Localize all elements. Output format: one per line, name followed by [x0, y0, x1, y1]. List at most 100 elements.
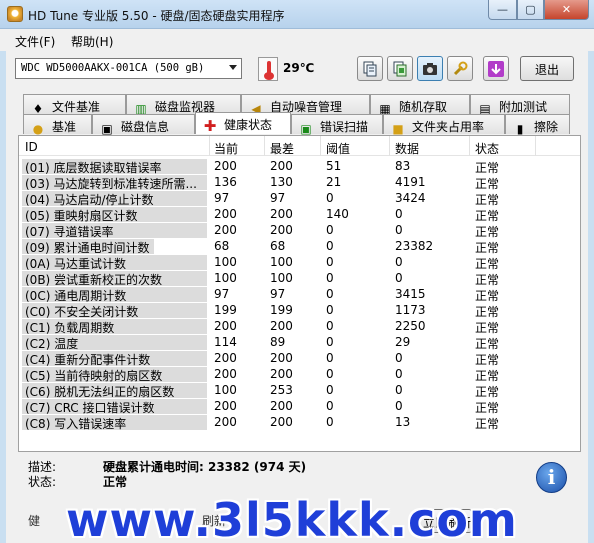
cell-id: (0B) 尝试重新校正的次数 — [22, 271, 207, 286]
save-button[interactable] — [483, 56, 509, 81]
table-row[interactable]: (03) 马达旋转到标准转速所需... 136 130 21 4191 正常 — [19, 174, 580, 191]
cell-current: 200 — [214, 207, 237, 221]
cell-threshold: 21 — [326, 175, 342, 189]
bulb-icon: ● — [32, 122, 44, 136]
cell-data: 29 — [395, 335, 411, 349]
table-row[interactable]: (C5) 当前待映射的扇区数 200 200 0 0 正常 — [19, 366, 580, 383]
cell-threshold: 0 — [326, 367, 334, 381]
col-data[interactable]: 数据 — [395, 140, 419, 157]
table-row[interactable]: (09) 累计通电时间计数 68 68 0 23382 正常 — [19, 238, 580, 255]
cell-current: 200 — [214, 319, 237, 333]
cell-id: (C2) 温度 — [22, 335, 207, 350]
table-row[interactable]: (C2) 温度 114 89 0 29 正常 — [19, 334, 580, 351]
hdtune-app-icon — [7, 6, 23, 22]
tab-aam[interactable]: ◀ 自动噪音管理 — [241, 94, 370, 116]
cell-data: 0 — [395, 207, 403, 221]
tools-icon — [453, 61, 468, 75]
cell-threshold: 0 — [326, 303, 334, 317]
table-row[interactable]: (C1) 负载周期数 200 200 0 2250 正常 — [19, 318, 580, 335]
col-worst[interactable]: 最差 — [270, 140, 294, 157]
screenshot-button[interactable] — [417, 56, 443, 81]
table-row[interactable]: (07) 寻道错误率 200 200 0 0 正常 — [19, 222, 580, 239]
cell-id: (04) 马达启动/停止计数 — [22, 191, 207, 206]
table-row[interactable]: (C0) 不安全关闭计数 199 199 0 1173 正常 — [19, 302, 580, 319]
table-row[interactable]: (0C) 通电周期计数 97 97 0 3415 正常 — [19, 286, 580, 303]
table-row[interactable]: (01) 底层数据读取错误率 200 200 51 83 正常 — [19, 158, 580, 175]
cell-data: 0 — [395, 351, 403, 365]
tab-file-benchmark[interactable]: ♦ 文件基准 — [23, 94, 126, 116]
cell-worst: 200 — [270, 207, 293, 221]
col-status[interactable]: 状态 — [475, 140, 499, 157]
exit-button[interactable]: 退出 — [520, 56, 574, 81]
info-icon[interactable]: i — [536, 462, 567, 493]
cell-threshold: 0 — [326, 239, 334, 253]
cell-id: (09) 累计通电时间计数 — [22, 239, 207, 254]
cell-threshold: 0 — [326, 223, 334, 237]
drive-select-value: WDC WD5000AAKX-001CA (500 gB) — [21, 62, 205, 74]
tab-error-scan[interactable]: ▣ 错误扫描 — [291, 114, 383, 136]
folder-icon: ■ — [392, 122, 404, 136]
cell-worst: 199 — [270, 303, 293, 317]
cell-current: 200 — [214, 159, 237, 173]
drive-select[interactable]: WDC WD5000AAKX-001CA (500 gB) — [15, 58, 242, 79]
cell-current: 114 — [214, 335, 237, 349]
thermometer-icon — [258, 57, 278, 81]
cell-threshold: 0 — [326, 191, 334, 205]
tab-disk-info[interactable]: ▣ 磁盘信息 — [92, 114, 195, 136]
cell-current: 100 — [214, 255, 237, 269]
cell-threshold: 0 — [326, 271, 334, 285]
menu-bar: 文件(F) 帮助(H) — [0, 29, 594, 51]
cell-threshold: 0 — [326, 287, 334, 301]
cell-id: (C6) 脱机无法纠正的扇区数 — [22, 383, 207, 398]
tab-random-access[interactable]: ▦ 随机存取 — [370, 94, 470, 116]
status-label: 状态: — [28, 475, 57, 489]
tab-benchmark[interactable]: ● 基准 — [23, 114, 92, 136]
col-current[interactable]: 当前 — [214, 140, 238, 157]
copy-screen-button[interactable] — [387, 56, 413, 81]
table-row[interactable]: (0A) 马达重试计数 100 100 0 0 正常 — [19, 254, 580, 271]
error-scan-icon: ▣ — [300, 122, 312, 136]
table-row[interactable]: (C6) 脱机无法纠正的扇区数 100 253 0 0 正常 — [19, 382, 580, 399]
trash-icon: ▮ — [516, 122, 524, 136]
cell-threshold: 0 — [326, 351, 334, 365]
tab-extra-tests[interactable]: ▤ 附加测试 — [470, 94, 570, 116]
cell-data: 13 — [395, 415, 411, 429]
table-header: ID 当前 最差 阈值 数据 状态 — [19, 136, 580, 156]
table-row[interactable]: (0B) 尝试重新校正的次数 100 100 0 0 正常 — [19, 270, 580, 287]
cell-current: 136 — [214, 175, 237, 189]
watermark: www.3l5kkk.com — [66, 493, 518, 543]
tab-erase[interactable]: ▮ 擦除 — [505, 114, 570, 136]
menu-file[interactable]: 文件(F) — [15, 33, 55, 50]
close-button[interactable]: ✕ — [544, 0, 589, 20]
cell-threshold: 0 — [326, 255, 334, 269]
tab-folder-usage[interactable]: ■ 文件夹占用率 — [383, 114, 505, 136]
col-id[interactable]: ID — [25, 140, 38, 154]
tab-disk-monitor[interactable]: ▥ 磁盘监视器 — [126, 94, 241, 116]
copy-text-icon — [363, 61, 377, 76]
table-row[interactable]: (05) 重映射扇区计数 200 200 140 0 正常 — [19, 206, 580, 223]
cell-current: 200 — [214, 399, 237, 413]
options-button[interactable] — [447, 56, 473, 81]
copy-text-button[interactable] — [357, 56, 383, 81]
minimize-button[interactable]: — — [488, 0, 517, 20]
table-row[interactable]: (C8) 写入错误速率 200 200 0 13 正常 — [19, 414, 580, 431]
cell-current: 97 — [214, 191, 230, 205]
cell-worst: 200 — [270, 319, 293, 333]
table-row[interactable]: (04) 马达启动/停止计数 97 97 0 3424 正常 — [19, 190, 580, 207]
cell-threshold: 0 — [326, 415, 334, 429]
cell-current: 199 — [214, 303, 237, 317]
tab-health[interactable]: ✚ 健康状态 — [195, 112, 291, 134]
cell-threshold: 0 — [326, 335, 334, 349]
maximize-button[interactable]: ▢ — [517, 0, 544, 20]
table-row[interactable]: (C4) 重新分配事件计数 200 200 0 0 正常 — [19, 350, 580, 367]
table-row[interactable]: (C7) CRC 接口错误计数 200 200 0 0 正常 — [19, 398, 580, 415]
cell-threshold: 0 — [326, 383, 334, 397]
cell-id: (05) 重映射扇区计数 — [22, 207, 207, 222]
description-value: 硬盘累计通电时间: 23382 (974 天) — [103, 460, 307, 474]
cell-data: 0 — [395, 383, 403, 397]
menu-help[interactable]: 帮助(H) — [71, 33, 113, 50]
cell-data: 1173 — [395, 303, 426, 317]
cell-worst: 200 — [270, 351, 293, 365]
cell-current: 200 — [214, 367, 237, 381]
col-threshold[interactable]: 阈值 — [326, 140, 350, 157]
